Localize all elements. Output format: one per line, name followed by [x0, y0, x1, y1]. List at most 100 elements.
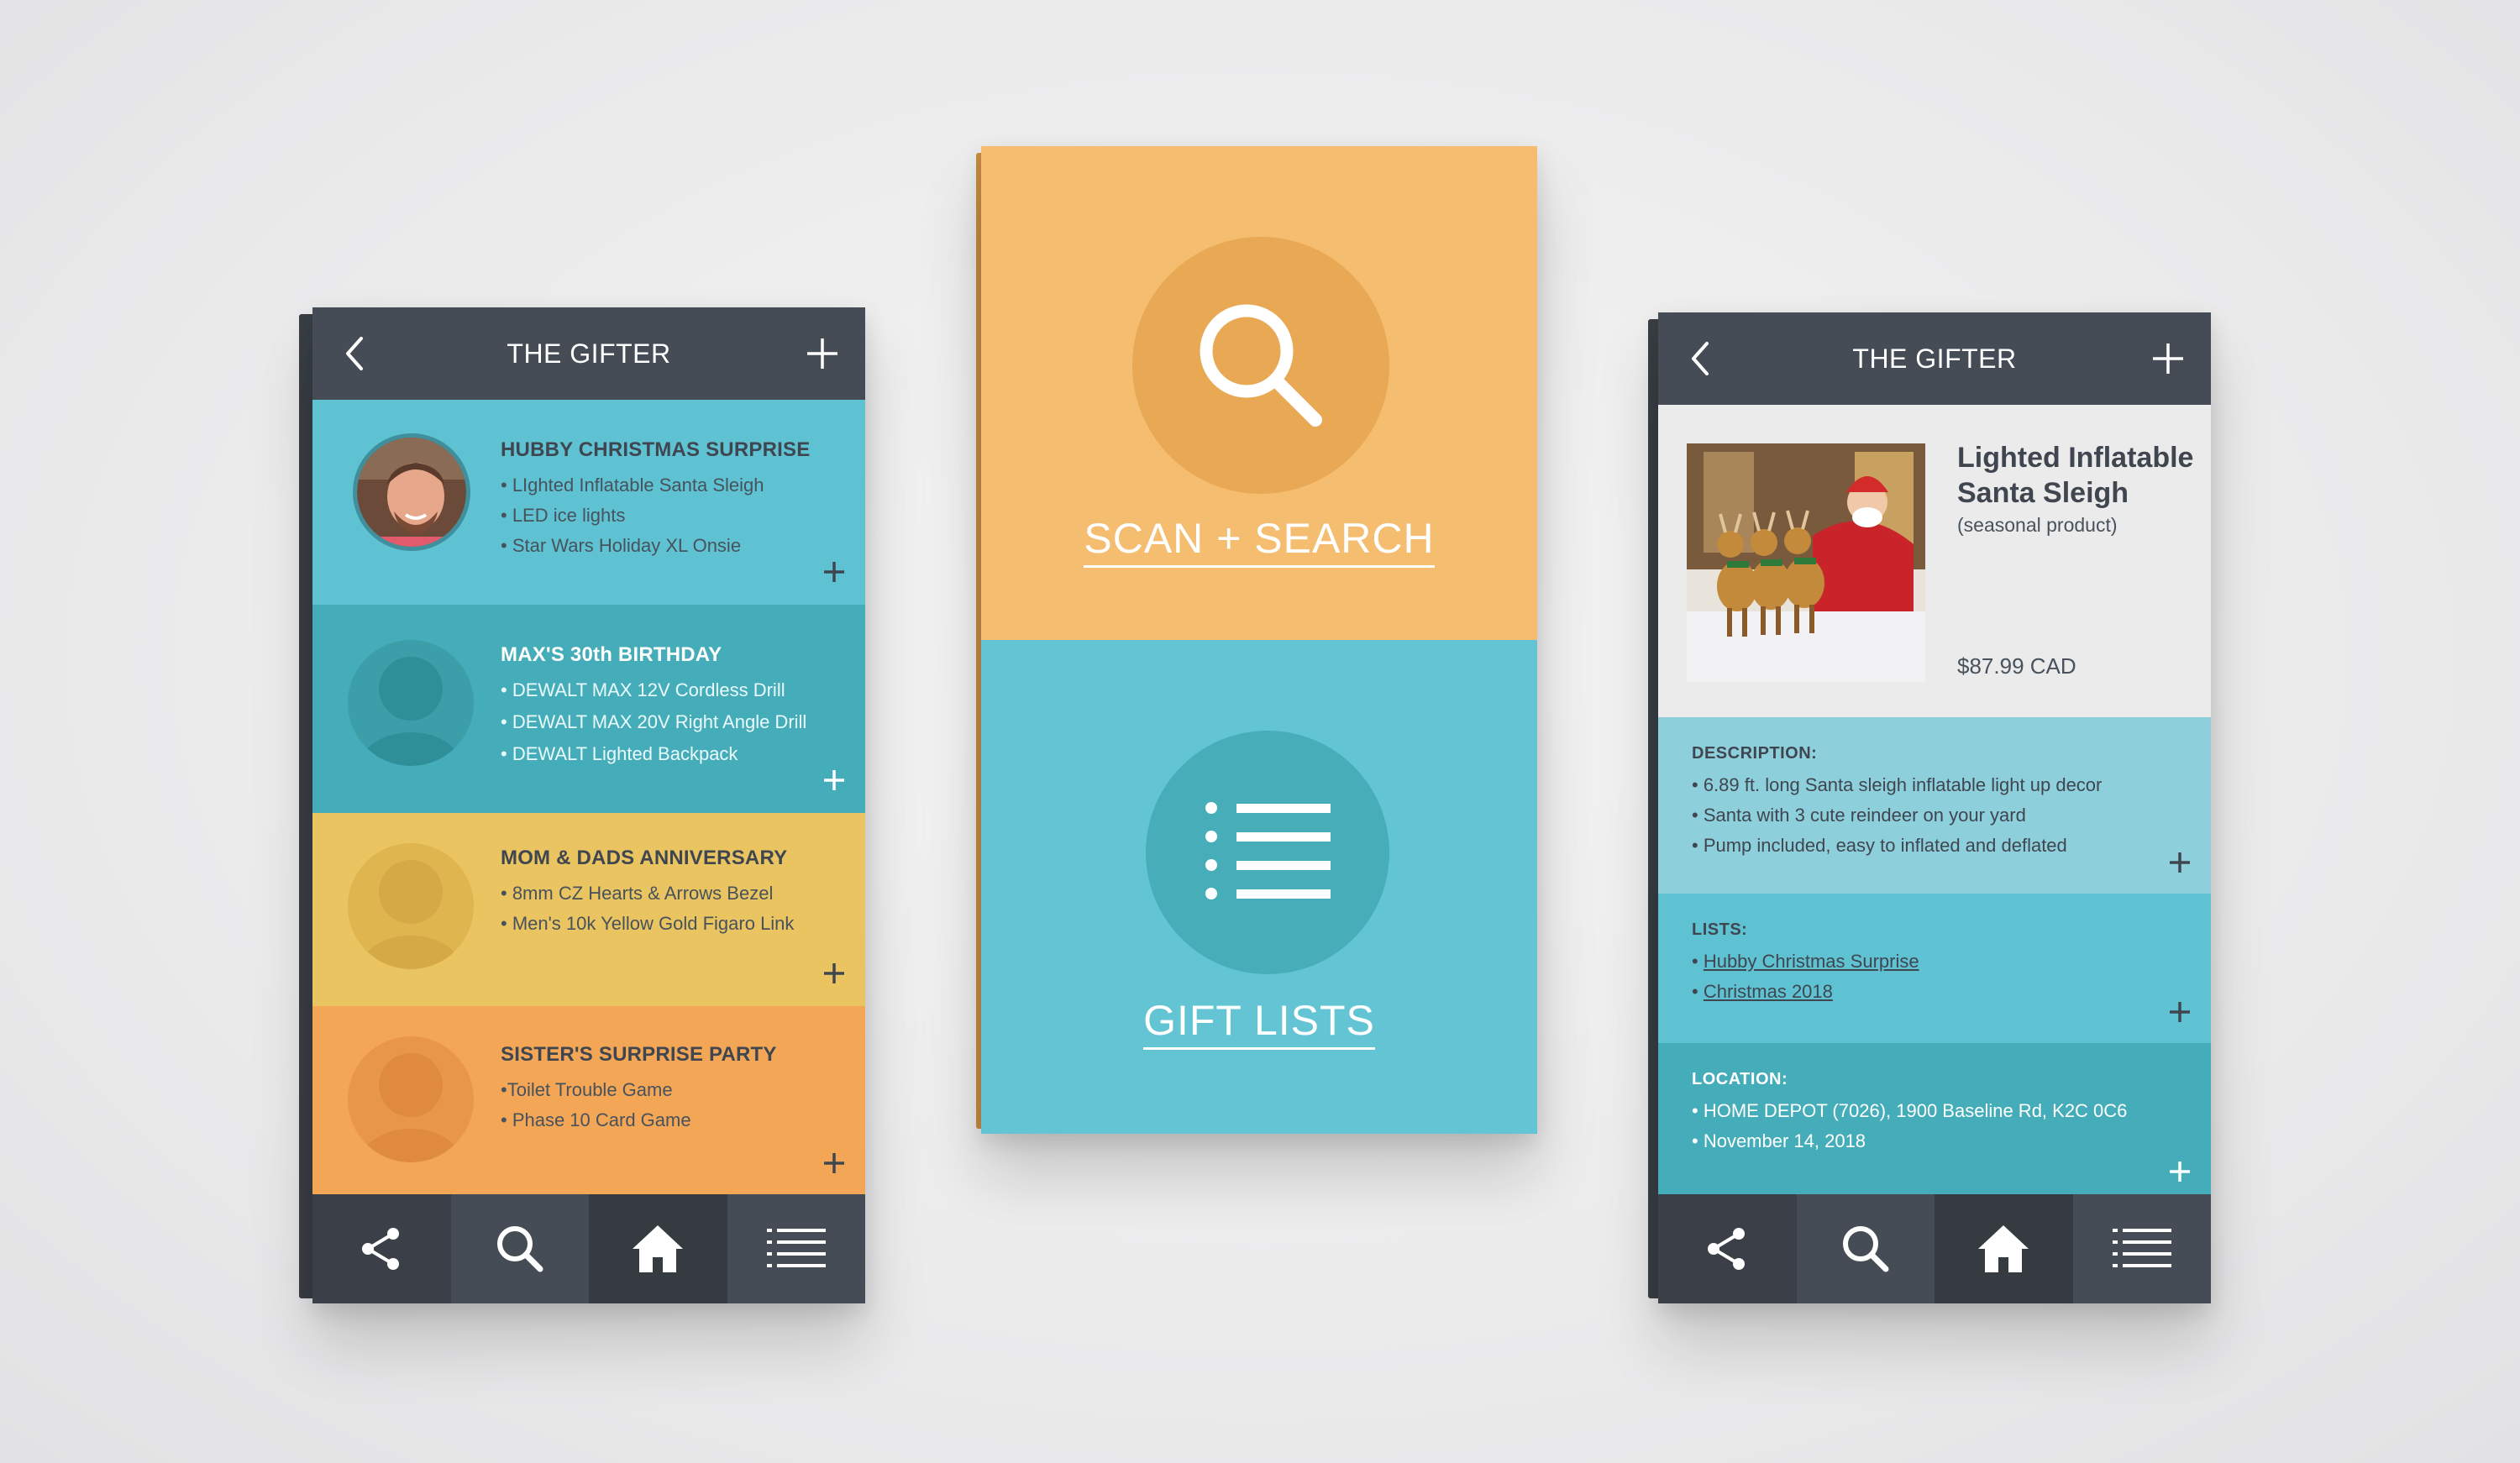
- left-phone: THE GIFTER HUBBY CHRISTMAS SURPRISE • LI…: [299, 307, 865, 1303]
- list-item: • LIghted Inflatable Santa Sleigh: [501, 475, 764, 496]
- list-text: MAX'S 30th BIRTHDAY • DEWALT MAX 12V Cor…: [501, 643, 815, 769]
- search-icon: [1842, 1226, 1889, 1272]
- bullet-list-icon: [1205, 802, 1331, 899]
- nav-home-button[interactable]: [1935, 1194, 2073, 1303]
- product-image: [1687, 443, 1925, 682]
- list-link[interactable]: Hubby Christmas Surprise: [1704, 951, 1919, 972]
- list-link-row: • Hubby Christmas Surprise: [1692, 951, 1919, 972]
- list-card-sister[interactable]: SISTER'S SURPRISE PARTY •Toilet Trouble …: [312, 1006, 865, 1196]
- plus-icon: [807, 338, 837, 369]
- gift-lists-text: GIFT LISTS: [1143, 997, 1375, 1050]
- person-icon: [360, 860, 461, 969]
- gift-lists-label[interactable]: GIFT LISTS: [981, 996, 1537, 1050]
- list-item: •Toilet Trouble Game: [501, 1079, 673, 1100]
- list-item: • DEWALT MAX 12V Cordless Drill: [501, 679, 785, 700]
- app-header: THE GIFTER: [312, 307, 865, 400]
- plus-icon: [2153, 343, 2183, 374]
- list-item: • LED ice lights: [501, 505, 626, 526]
- description-section: DESCRIPTION: • 6.89 ft. long Santa sleig…: [1658, 717, 2211, 894]
- app-title: THE GIFTER: [507, 338, 671, 369]
- description-item: • Pump included, easy to inflated and de…: [1692, 835, 2067, 856]
- location-item: • HOME DEPOT (7026), 1900 Baseline Rd, K…: [1692, 1100, 2128, 1121]
- add-description-button[interactable]: [2167, 850, 2192, 875]
- location-section: LOCATION: • HOME DEPOT (7026), 1900 Base…: [1658, 1043, 2211, 1203]
- list-item: • DEWALT Lighted Backpack: [501, 743, 738, 764]
- product-panel: Lighted Inflatable Santa Sleigh (seasona…: [1658, 405, 2211, 717]
- avatar-placeholder: [348, 640, 474, 766]
- product-name: Lighted Inflatable Santa Sleigh: [1957, 440, 2193, 511]
- list-item: • 8mm CZ Hearts & Arrows Bezel: [501, 883, 774, 904]
- product-tag: (seasonal product): [1957, 514, 2118, 536]
- list-item: • Men's 10k Yellow Gold Figaro Link: [501, 913, 795, 934]
- center-phone-screen: SCAN + SEARCH GIFT LISTS: [981, 146, 1537, 1134]
- person-icon: [360, 657, 461, 766]
- search-icon: [496, 1226, 543, 1272]
- list-text: HUBBY CHRISTMAS SURPRISE • LIghted Infla…: [501, 438, 815, 561]
- nav-search-button[interactable]: [450, 1194, 589, 1303]
- nav-lists-button[interactable]: [727, 1194, 865, 1303]
- right-phone: THE GIFTER Lighted Inflatable Santa Slei…: [1648, 312, 2211, 1303]
- add-button[interactable]: [785, 307, 860, 400]
- plus-icon: [824, 1153, 844, 1173]
- plus-icon: [824, 562, 844, 582]
- chevron-left-icon: [1692, 342, 1709, 375]
- right-phone-screen: THE GIFTER Lighted Inflatable Santa Slei…: [1658, 312, 2211, 1303]
- add-item-button[interactable]: [822, 1151, 847, 1176]
- nav-lists-button[interactable]: [2072, 1194, 2211, 1303]
- nav-search-button[interactable]: [1796, 1194, 1935, 1303]
- share-icon: [1708, 1228, 1746, 1270]
- gift-lists-panel[interactable]: GIFT LISTS: [981, 640, 1537, 1134]
- list-title: SISTER'S SURPRISE PARTY: [501, 1043, 777, 1066]
- list-title: MOM & DADS ANNIVERSARY: [501, 847, 788, 869]
- list-link[interactable]: Christmas 2018: [1704, 981, 1833, 1002]
- product-price: $87.99 CAD: [1957, 653, 2076, 679]
- back-button[interactable]: [318, 307, 393, 400]
- avatar-placeholder: [348, 1036, 474, 1162]
- list-icon: [2112, 1229, 2171, 1267]
- avatar-photo: [353, 433, 470, 551]
- home-icon: [1978, 1225, 2029, 1272]
- plus-icon: [2170, 1002, 2190, 1022]
- bottom-nav: [1658, 1194, 2211, 1303]
- add-location-button[interactable]: [2167, 1159, 2192, 1184]
- chevron-left-icon: [346, 337, 363, 370]
- nav-home-button[interactable]: [589, 1194, 727, 1303]
- add-item-button[interactable]: [822, 768, 847, 793]
- back-button[interactable]: [1663, 312, 1739, 405]
- add-button[interactable]: [2130, 312, 2206, 405]
- nav-share-button[interactable]: [1658, 1194, 1797, 1303]
- nav-share-button[interactable]: [312, 1194, 451, 1303]
- product-name-line: Santa Sleigh: [1957, 477, 2129, 509]
- center-phone: SCAN + SEARCH GIFT LISTS: [976, 146, 1537, 1134]
- scan-icon-circle: [1132, 237, 1389, 494]
- scan-search-panel[interactable]: SCAN + SEARCH: [981, 146, 1537, 640]
- list-icon: [766, 1229, 826, 1267]
- description-item: • Santa with 3 cute reindeer on your yar…: [1692, 805, 2026, 826]
- person-icon: [360, 1053, 461, 1162]
- add-item-button[interactable]: [822, 961, 847, 986]
- list-title: HUBBY CHRISTMAS SURPRISE: [501, 438, 811, 461]
- location-item: • November 14, 2018: [1692, 1130, 1866, 1151]
- list-card-anniversary[interactable]: MOM & DADS ANNIVERSARY • 8mm CZ Hearts &…: [312, 813, 865, 1006]
- list-item: • DEWALT MAX 20V Right Angle Drill: [501, 711, 807, 732]
- magnifier-icon: [1200, 304, 1322, 427]
- add-to-list-button[interactable]: [2167, 999, 2192, 1025]
- santa-sleigh-image: [1687, 443, 1925, 682]
- list-card-hubby[interactable]: HUBBY CHRISTMAS SURPRISE • LIghted Infla…: [312, 400, 865, 605]
- plus-icon: [2170, 852, 2190, 873]
- list-link-row: • Christmas 2018: [1692, 981, 1833, 1002]
- description-item: • 6.89 ft. long Santa sleigh inflatable …: [1692, 774, 2103, 795]
- app-header: THE GIFTER: [1658, 312, 2211, 405]
- list-card-max[interactable]: MAX'S 30th BIRTHDAY • DEWALT MAX 12V Cor…: [312, 605, 865, 813]
- list-text: MOM & DADS ANNIVERSARY • 8mm CZ Hearts &…: [501, 847, 815, 939]
- bottom-nav: [312, 1194, 865, 1303]
- scan-search-label[interactable]: SCAN + SEARCH: [981, 514, 1537, 568]
- product-name-line: Lighted Inflatable: [1957, 442, 2194, 474]
- app-title: THE GIFTER: [1852, 343, 2017, 374]
- scan-search-text: SCAN + SEARCH: [1084, 515, 1435, 568]
- home-icon: [633, 1225, 684, 1272]
- location-label: LOCATION:: [1692, 1070, 1788, 1088]
- person-photo-icon: [357, 438, 466, 547]
- add-item-button[interactable]: [822, 559, 847, 585]
- avatar-placeholder: [348, 843, 474, 969]
